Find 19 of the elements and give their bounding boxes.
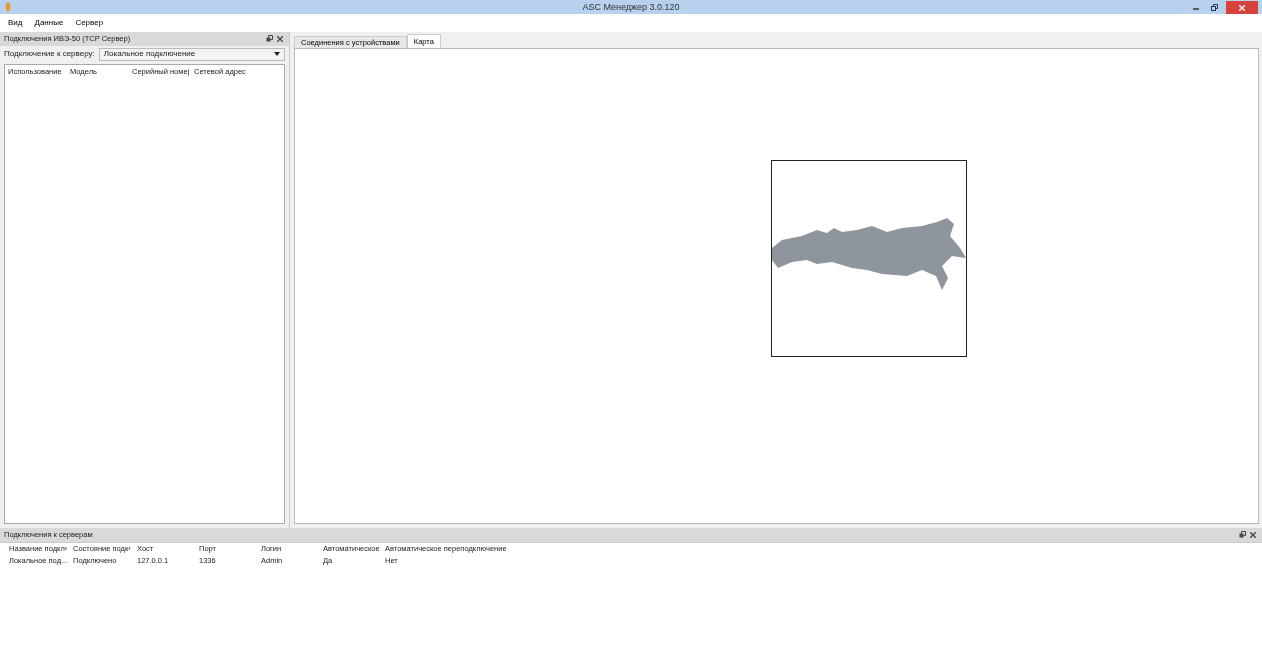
menu-item[interactable]: Данные xyxy=(34,17,64,29)
menu-item[interactable]: Вид xyxy=(8,17,23,29)
app-icon xyxy=(5,2,11,12)
menu-item[interactable]: Сервер xyxy=(75,17,104,29)
close-button[interactable] xyxy=(1248,530,1258,540)
server-label: Подключение к серверу: xyxy=(4,48,95,60)
float-icon xyxy=(1239,531,1246,539)
restore-icon xyxy=(1211,4,1218,12)
close-icon xyxy=(1239,4,1245,11)
float-button[interactable] xyxy=(264,34,275,44)
close-icon xyxy=(1250,531,1256,538)
float-icon xyxy=(266,35,273,43)
close-button[interactable] xyxy=(1226,0,1258,14)
close-button[interactable] xyxy=(275,34,285,44)
caret-icon xyxy=(274,52,280,56)
close-icon xyxy=(277,35,283,42)
float-button[interactable] xyxy=(1237,530,1248,540)
window-title: ASC Менеджер 3.0.120 xyxy=(582,1,680,14)
server-dropdown[interactable]: Локальное подключение xyxy=(98,47,285,61)
